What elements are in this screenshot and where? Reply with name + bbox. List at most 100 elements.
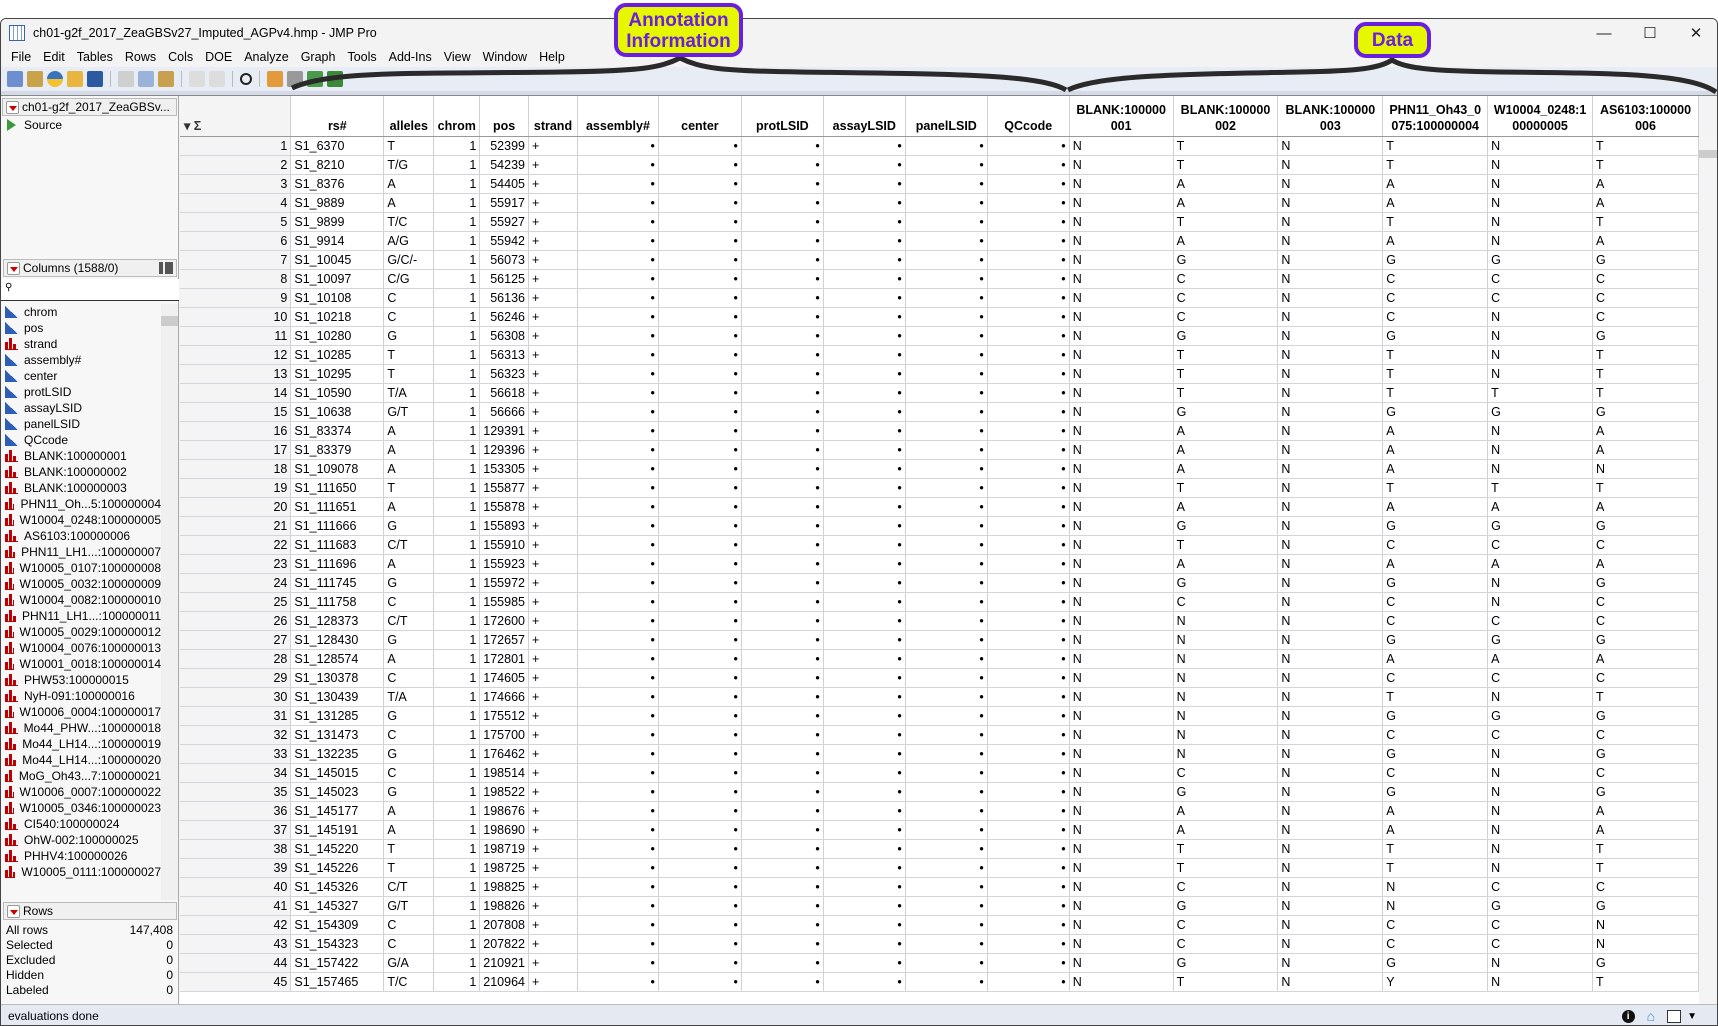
row-number[interactable]: 7 — [180, 250, 292, 270]
table-cell[interactable]: 155877 — [479, 478, 529, 498]
table-cell[interactable]: T — [1173, 839, 1279, 859]
missing-cell[interactable]: • — [658, 364, 742, 384]
column-list-item[interactable]: W10004_0076:100000013 — [1, 640, 161, 656]
table-cell[interactable]: 56313 — [479, 345, 529, 365]
missing-cell[interactable]: • — [577, 478, 659, 498]
table-cell[interactable]: C — [383, 934, 435, 954]
table-cell[interactable]: 198826 — [479, 896, 529, 916]
missing-cell[interactable]: • — [741, 953, 824, 973]
table-cell[interactable]: A — [1592, 231, 1699, 251]
table-cell[interactable]: A — [1487, 554, 1593, 574]
table-cell[interactable]: + — [528, 193, 578, 213]
table-cell[interactable]: T — [1173, 345, 1279, 365]
table-cell[interactable]: S1_145177 — [290, 801, 385, 821]
missing-cell[interactable]: • — [905, 516, 988, 536]
table-cell[interactable]: G — [383, 706, 435, 726]
new-data-table-icon[interactable] — [7, 71, 23, 87]
missing-cell[interactable]: • — [823, 497, 906, 517]
data-grid-icon[interactable] — [267, 71, 283, 87]
missing-cell[interactable]: • — [987, 668, 1070, 688]
table-cell[interactable]: + — [528, 877, 578, 897]
table-cell[interactable]: A — [383, 440, 435, 460]
table-cell[interactable]: 1 — [433, 421, 481, 441]
table-row[interactable]: 13 S1_10295 T 1 56323 + • • • • • • N T N T N T — [180, 364, 1699, 384]
row-number[interactable]: 12 — [180, 345, 292, 365]
table-cell[interactable]: A — [383, 801, 435, 821]
column-list-item[interactable]: QCcode — [1, 432, 161, 448]
table-cell[interactable]: N — [1069, 801, 1174, 821]
table-cell[interactable]: 1 — [433, 744, 481, 764]
missing-cell[interactable]: • — [658, 668, 742, 688]
missing-cell[interactable]: • — [658, 288, 742, 308]
column-list-item[interactable]: W10005_0029:100000012 — [1, 624, 161, 640]
missing-cell[interactable]: • — [987, 706, 1070, 726]
close-button[interactable]: ✕ — [1673, 19, 1717, 47]
table-row[interactable]: 43 S1_154323 C 1 207822 + • • • • • • N C N C C N — [180, 934, 1699, 954]
missing-cell[interactable]: • — [658, 345, 742, 365]
table-cell[interactable]: G/T — [383, 402, 435, 422]
table-cell[interactable]: T/A — [383, 687, 435, 707]
table-cell[interactable]: A — [383, 497, 435, 517]
missing-cell[interactable]: • — [741, 516, 824, 536]
table-cell[interactable]: C — [1382, 592, 1489, 612]
column-list-item[interactable]: Mo44_PHW...:100000018 — [1, 720, 161, 736]
missing-cell[interactable]: • — [823, 630, 906, 650]
corner-cell[interactable]: ▾ Σ — [180, 96, 292, 137]
missing-cell[interactable]: • — [741, 839, 824, 859]
table-cell[interactable]: T — [1382, 212, 1489, 232]
column-header[interactable]: strand — [528, 96, 578, 137]
table-cell[interactable]: A — [383, 459, 435, 479]
table-cell[interactable]: 1 — [433, 592, 481, 612]
home-icon[interactable]: ⌂ — [1647, 1008, 1655, 1024]
missing-cell[interactable]: • — [741, 136, 824, 156]
missing-cell[interactable]: • — [741, 630, 824, 650]
missing-cell[interactable]: • — [658, 687, 742, 707]
table-cell[interactable]: 198676 — [479, 801, 529, 821]
missing-cell[interactable]: • — [658, 231, 742, 251]
missing-cell[interactable]: • — [905, 687, 988, 707]
table-cell[interactable]: N — [1069, 364, 1174, 384]
table-cell[interactable]: C — [1487, 934, 1593, 954]
python-icon[interactable] — [47, 71, 63, 87]
missing-cell[interactable]: • — [577, 193, 659, 213]
table-cell[interactable]: C — [1487, 877, 1593, 897]
table-row[interactable]: 1 S1_6370 T 1 52399 + • • • • • • N T N T N T — [180, 136, 1699, 156]
missing-cell[interactable]: • — [658, 896, 742, 916]
table-cell[interactable]: S1_6370 — [290, 136, 385, 156]
missing-cell[interactable]: • — [658, 459, 742, 479]
table-cell[interactable]: S1_130378 — [290, 668, 385, 688]
missing-cell[interactable]: • — [741, 231, 824, 251]
column-list-item[interactable]: strand — [1, 336, 161, 352]
row-number[interactable]: 27 — [180, 630, 292, 650]
missing-cell[interactable]: • — [987, 345, 1070, 365]
table-cell[interactable]: N — [1069, 877, 1174, 897]
missing-cell[interactable]: • — [905, 193, 988, 213]
table-cell[interactable]: C — [1592, 725, 1699, 745]
graph-builder-icon[interactable] — [327, 71, 343, 87]
table-cell[interactable]: T — [1382, 383, 1489, 403]
table-icon[interactable] — [287, 71, 303, 87]
row-number[interactable]: 26 — [180, 611, 292, 631]
table-cell[interactable]: T — [1173, 535, 1279, 555]
table-cell[interactable]: + — [528, 934, 578, 954]
table-cell[interactable]: 1 — [433, 174, 481, 194]
missing-cell[interactable]: • — [905, 706, 988, 726]
table-cell[interactable]: N — [1277, 497, 1384, 517]
row-number[interactable]: 45 — [180, 972, 292, 992]
table-row[interactable]: 11 S1_10280 G 1 56308 + • • • • • • N G N G N G — [180, 326, 1699, 346]
table-cell[interactable]: N — [1069, 402, 1174, 422]
row-number[interactable]: 3 — [180, 174, 292, 194]
table-cell[interactable]: N — [1487, 174, 1593, 194]
table-cell[interactable]: 56323 — [479, 364, 529, 384]
column-list-item[interactable]: pos — [1, 320, 161, 336]
missing-cell[interactable]: • — [741, 364, 824, 384]
missing-cell[interactable]: • — [987, 497, 1070, 517]
missing-cell[interactable]: • — [658, 497, 742, 517]
table-cell[interactable]: C — [1173, 763, 1279, 783]
missing-cell[interactable]: • — [905, 972, 988, 992]
missing-cell[interactable]: • — [905, 288, 988, 308]
table-cell[interactable]: N — [1069, 839, 1174, 859]
missing-cell[interactable]: • — [987, 877, 1070, 897]
table-cell[interactable]: N — [1069, 155, 1174, 175]
missing-cell[interactable]: • — [905, 877, 988, 897]
